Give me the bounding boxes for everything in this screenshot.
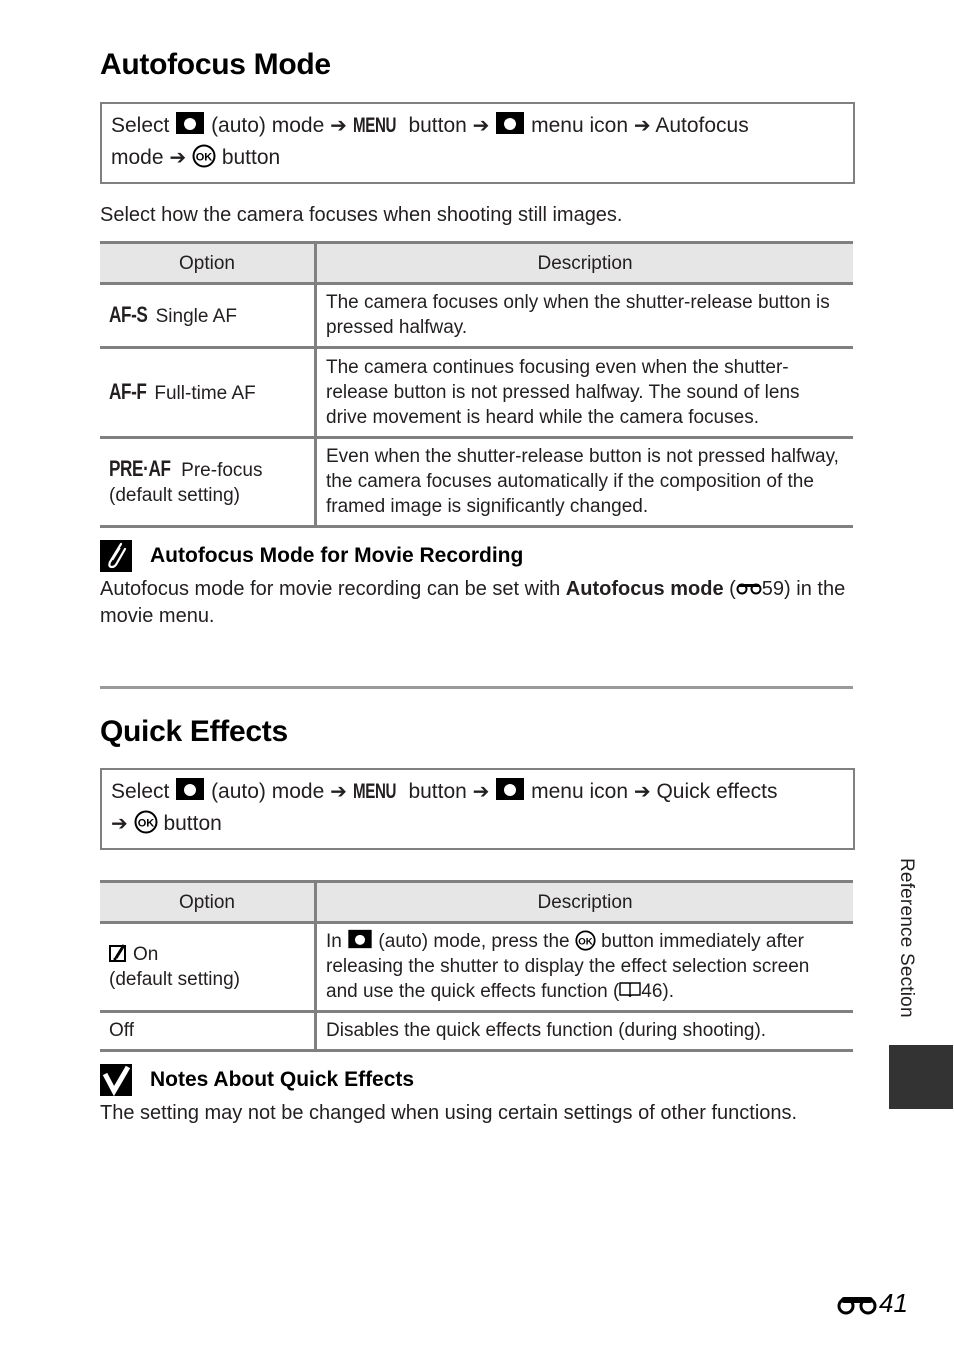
option-cell: PRE·AF Pre-focus (default setting) xyxy=(100,437,317,528)
autofocus-options-table: Option Description AF-S Single AF The ca… xyxy=(100,241,853,528)
arrow-right-icon: ➔ xyxy=(472,115,490,137)
arrow-right-icon: ➔ xyxy=(330,115,347,137)
camera-icon xyxy=(176,778,205,800)
column-header-description: Description xyxy=(315,241,853,285)
description-cell: The camera continues focusing even when … xyxy=(315,347,853,439)
pencil-note-icon xyxy=(100,540,132,572)
camera-icon xyxy=(496,778,525,800)
option-cell: On (default setting) xyxy=(100,922,317,1013)
note-text: ( xyxy=(723,578,736,600)
note-heading: Autofocus Mode for Movie Recording xyxy=(100,538,853,574)
page-reference[interactable]: 46 xyxy=(641,981,662,1002)
page-number-text: 41 xyxy=(879,1288,908,1318)
option-cell: Off xyxy=(100,1011,317,1052)
path-text: button xyxy=(163,812,222,835)
svg-text:OK: OK xyxy=(578,936,592,947)
note-body: Autofocus mode for movie recording can b… xyxy=(100,576,853,630)
path-text: button xyxy=(221,146,281,169)
path-text: Autofocus xyxy=(655,114,749,137)
column-header-option: Option xyxy=(100,241,317,285)
ok-button-icon: OK xyxy=(192,144,216,168)
note-heading: Notes About Quick Effects xyxy=(100,1062,853,1098)
pre-af-icon: PRE·AF xyxy=(109,455,171,481)
arrow-right-icon: ➔ xyxy=(330,781,347,803)
note-title: Autofocus Mode for Movie Recording xyxy=(150,544,524,567)
option-label: On xyxy=(133,943,159,965)
section-title-quick-effects: Quick Effects xyxy=(100,715,288,748)
section-side-label: Reference Section xyxy=(896,858,917,1018)
path-text: Quick effects xyxy=(656,780,778,803)
description-cell: In (auto) mode, press the OK button imme… xyxy=(315,922,853,1013)
ok-button-icon: OK xyxy=(575,930,596,951)
desc-text: ). xyxy=(662,981,675,1002)
table-row: AF-S Single AF The camera focuses only w… xyxy=(100,283,853,349)
option-cell: AF-F Full-time AF xyxy=(100,347,317,439)
menu-button-glyph: MENU xyxy=(352,114,396,137)
table-row: PRE·AF Pre-focus (default setting) Even … xyxy=(100,437,853,528)
svg-text:OK: OK xyxy=(137,818,154,830)
menu-button-glyph: MENU xyxy=(352,780,396,803)
column-header-description: Description xyxy=(315,880,853,924)
path-text: button xyxy=(408,780,467,803)
arrow-right-icon: ➔ xyxy=(633,115,651,137)
option-cell: AF-S Single AF xyxy=(100,283,317,349)
description-cell: Disables the quick effects function (dur… xyxy=(315,1011,853,1052)
ok-button-icon: OK xyxy=(134,810,158,834)
path-text: (auto) mode xyxy=(211,780,325,803)
note-text: Autofocus mode for movie recording can b… xyxy=(100,578,566,600)
section-thumb-tab xyxy=(889,1045,953,1109)
table-row: On (default setting) In (auto) mode, pre… xyxy=(100,922,853,1013)
table-row: AF-F Full-time AF The camera continues f… xyxy=(100,347,853,439)
intro-text: Select how the camera focuses when shoot… xyxy=(100,204,623,226)
page-number: 41 xyxy=(837,1288,908,1319)
quick-effects-options-table: Option Description On (default setting) … xyxy=(100,880,853,1052)
note-title: Notes About Quick Effects xyxy=(150,1068,415,1091)
camera-icon xyxy=(348,929,372,949)
arrow-right-icon: ➔ xyxy=(169,147,187,169)
book-reference-icon xyxy=(619,982,641,998)
af-s-icon: AF-S xyxy=(109,301,148,327)
column-header-option: Option xyxy=(100,880,317,924)
note-autofocus-movie: Autofocus Mode for Movie Recording Autof… xyxy=(100,538,853,630)
desc-text: In xyxy=(326,931,342,952)
binoculars-icon xyxy=(837,1296,877,1314)
camera-icon xyxy=(176,112,205,134)
arrow-right-icon: ➔ xyxy=(633,781,651,803)
description-cell: The camera focuses only when the shutter… xyxy=(315,283,853,349)
section-divider xyxy=(100,686,853,689)
path-text: Select xyxy=(111,114,170,137)
option-default-note: (default setting) xyxy=(109,484,240,506)
note-body: The setting may not be changed when usin… xyxy=(100,1102,798,1124)
camera-icon xyxy=(496,112,525,134)
arrow-right-icon: ➔ xyxy=(111,813,128,835)
table-header-row: Option Description xyxy=(100,241,853,285)
table-header-row: Option Description xyxy=(100,880,853,924)
path-text: Select xyxy=(111,780,170,803)
option-label: Single AF xyxy=(155,305,237,327)
arrow-right-icon: ➔ xyxy=(472,781,490,803)
path-text: (auto) mode xyxy=(211,114,325,137)
binoculars-icon xyxy=(736,583,762,595)
path-text: button xyxy=(408,114,467,137)
page-reference[interactable]: 59 xyxy=(762,578,784,600)
af-f-icon: AF-F xyxy=(109,378,147,404)
note-quick-effects: Notes About Quick Effects The setting ma… xyxy=(100,1062,853,1127)
svg-text:OK: OK xyxy=(196,152,213,164)
path-text: mode xyxy=(111,146,164,169)
checkmark-caution-icon xyxy=(100,1064,132,1096)
table-row: Off Disables the quick effects function … xyxy=(100,1011,853,1052)
description-cell: Even when the shutter-release button is … xyxy=(315,437,853,528)
menu-path-box-quick-effects: Select (auto) mode ➔ MENU button ➔ menu … xyxy=(100,768,855,850)
path-text: menu icon xyxy=(531,114,629,137)
note-bold-term: Autofocus mode xyxy=(565,578,724,600)
desc-text: (auto) mode, press the xyxy=(378,931,570,952)
quick-effects-icon xyxy=(109,943,126,962)
path-text: menu icon xyxy=(531,780,629,803)
option-label: Full-time AF xyxy=(154,382,256,404)
menu-path-box-autofocus: Select (auto) mode ➔ MENU button ➔ menu … xyxy=(100,102,855,184)
option-default-note: (default setting) xyxy=(109,968,240,990)
section-title-autofocus-mode: Autofocus Mode xyxy=(100,48,331,81)
option-label: Pre-focus xyxy=(181,459,263,481)
